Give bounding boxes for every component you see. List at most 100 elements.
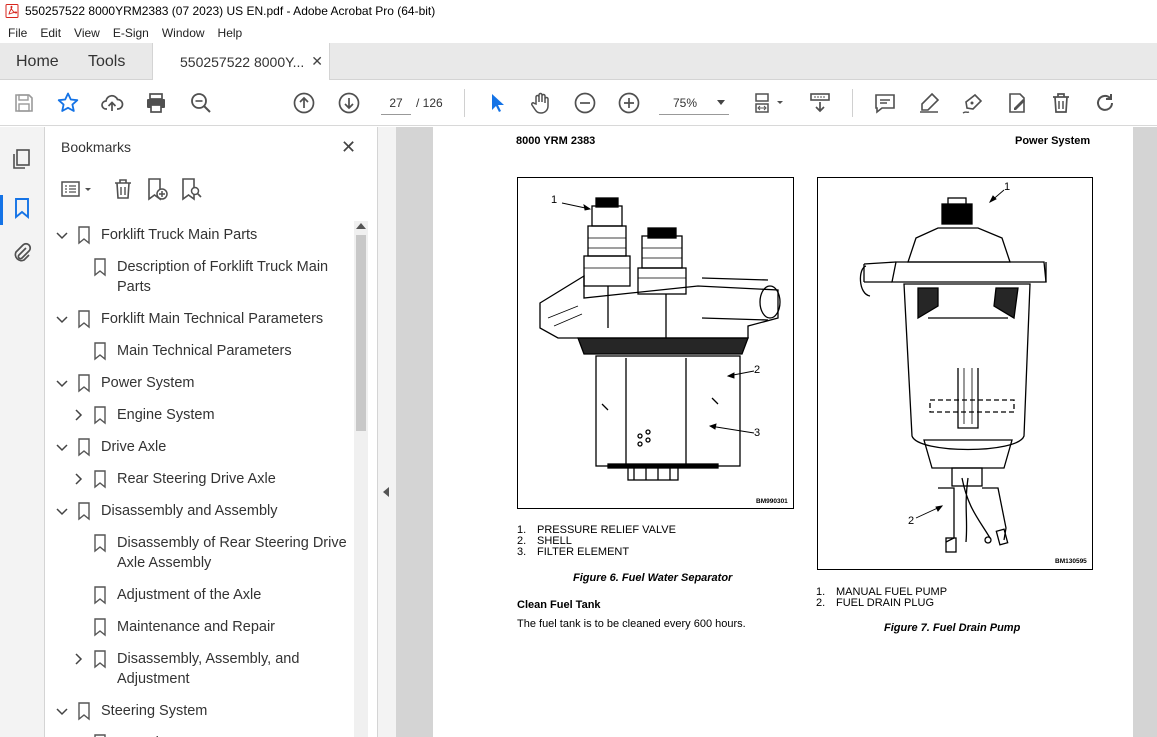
chevron-right-icon[interactable]	[71, 469, 85, 489]
bookmark-item[interactable]: Steering System	[55, 701, 207, 721]
bookmark-icon	[93, 585, 107, 605]
new-bookmark-icon[interactable]	[145, 177, 169, 201]
zoom-search-icon[interactable]	[189, 91, 213, 115]
bookmark-item[interactable]: Power System	[55, 373, 194, 393]
attachments-icon[interactable]	[10, 241, 34, 265]
bookmark-item[interactable]: Disassembly, Assembly, and Adjustment	[71, 649, 299, 689]
bookmark-label: Disassembly, Assembly, and Adjustment	[117, 651, 300, 687]
select-cursor-icon[interactable]	[485, 91, 509, 115]
bookmark-item[interactable]: Rear Steering Drive Axle	[71, 469, 276, 489]
page-fit-icon[interactable]	[752, 91, 788, 115]
delete-icon[interactable]	[1049, 91, 1073, 115]
menu-view[interactable]: View	[74, 26, 100, 40]
redo-icon[interactable]	[1093, 91, 1117, 115]
pdf-page: 8000 YRM 2383 Power System 1 2 3 BM99030…	[433, 127, 1133, 737]
bookmark-item[interactable]: Forklift Main Technical Parameters	[55, 309, 323, 329]
bookmark-icon	[93, 617, 107, 637]
chevron-down-icon[interactable]	[55, 373, 69, 393]
chevron-down-icon[interactable]	[55, 501, 69, 521]
previous-page-icon[interactable]	[292, 91, 316, 115]
legend-item: 2. FUEL DRAIN PLUG	[816, 597, 935, 609]
bookmark-item[interactable]: Forklift Truck Main Parts	[55, 225, 257, 245]
section-title: Clean Fuel Tank	[517, 599, 601, 611]
close-tab-icon[interactable]: ✕	[311, 53, 323, 70]
chevron-down-icon[interactable]	[55, 225, 69, 245]
bookmark-label: Steering System	[101, 703, 208, 719]
delete-bookmark-icon[interactable]	[111, 177, 135, 201]
bookmark-label: Main Technical Parameters	[117, 343, 292, 359]
scroll-thumb[interactable]	[356, 235, 366, 431]
navigation-rail	[0, 127, 45, 737]
figure-7-callout-1: 1	[1004, 181, 1011, 193]
menu-window[interactable]: Window	[162, 26, 205, 40]
page-header-right: Power System	[1015, 135, 1091, 147]
bookmark-item[interactable]: Adjustment of the Axle	[71, 585, 261, 605]
chevron-down-icon[interactable]	[55, 309, 69, 329]
chevron-right-icon[interactable]	[71, 405, 85, 425]
menu-file[interactable]: File	[8, 26, 27, 40]
figure-6-callout-2: 2	[754, 364, 761, 376]
edit-pdf-icon[interactable]	[1005, 91, 1029, 115]
bookmarks-title: Bookmarks	[61, 139, 132, 155]
bookmark-item[interactable]: Disassembly of Rear Steering Drive Axle A…	[71, 533, 347, 573]
page-thumbnails-icon[interactable]	[10, 147, 34, 171]
bookmark-item[interactable]: Disassembly and Assembly	[55, 501, 278, 521]
collapse-left-icon[interactable]	[383, 487, 389, 497]
bookmark-item[interactable]: Maintenance and Repair	[71, 617, 275, 637]
bookmark-label: Drive Axle	[101, 439, 167, 455]
chevron-down-icon[interactable]	[55, 437, 69, 457]
zoom-out-icon[interactable]	[573, 91, 597, 115]
bookmark-item[interactable]: Engine System	[71, 405, 215, 425]
scroll-up-icon[interactable]	[356, 223, 366, 229]
bookmark-icon	[77, 309, 91, 329]
window-title: 550257522 8000YRM2383 (07 2023) US EN.pd…	[25, 4, 436, 18]
zoom-level-select[interactable]: 75%	[659, 91, 729, 115]
bookmarks-scrollbar[interactable]	[354, 221, 368, 737]
bookmark-panel-icon[interactable]	[10, 196, 34, 220]
fuel-drain-pump-drawing	[859, 189, 1047, 553]
sign-pen-icon[interactable]	[961, 91, 985, 115]
menu-help[interactable]: Help	[218, 26, 243, 40]
bookmark-item[interactable]: Main Technical Parameters	[71, 341, 292, 361]
tab-tools[interactable]: Tools	[88, 43, 125, 80]
bookmark-item[interactable]: Description of Forklift Truck Main Parts	[71, 257, 328, 297]
main-toolbar: / 126 75%	[0, 80, 1157, 126]
tab-document-label: 550257522 8000Y...	[180, 54, 305, 70]
cloud-upload-icon[interactable]	[100, 91, 124, 115]
menu-edit[interactable]: Edit	[40, 26, 61, 40]
hand-tool-icon[interactable]	[529, 91, 553, 115]
figure-6-image: 1 2 3 BM990301	[517, 177, 794, 509]
bookmark-icon	[93, 341, 107, 361]
chevron-down-icon[interactable]	[55, 701, 69, 721]
star-icon[interactable]	[56, 91, 80, 115]
scroll-mode-icon[interactable]	[808, 91, 832, 115]
bookmark-label: Disassembly of Rear Steering Drive Axle A…	[117, 535, 347, 571]
chevron-right-icon[interactable]	[71, 649, 85, 669]
bookmark-label: Rear Steering Drive Axle	[117, 471, 276, 487]
figure-6-code: BM990301	[756, 498, 788, 505]
tab-document[interactable]: 550257522 8000Y... ✕	[152, 43, 330, 81]
document-viewport[interactable]: 8000 YRM 2383 Power System 1 2 3 BM99030…	[396, 127, 1157, 737]
chevron-down-icon	[717, 100, 725, 105]
zoom-in-icon[interactable]	[617, 91, 641, 115]
bookmark-search-icon[interactable]	[179, 177, 203, 201]
panel-collapse-strip[interactable]	[378, 127, 396, 737]
page-header-left: 8000 YRM 2383	[516, 135, 596, 147]
bookmark-label: Forklift Truck Main Parts	[101, 227, 258, 243]
highlight-pen-icon[interactable]	[917, 91, 941, 115]
comment-icon[interactable]	[873, 91, 897, 115]
save-icon[interactable]	[12, 91, 36, 115]
menu-esign[interactable]: E-Sign	[113, 26, 149, 40]
close-panel-icon[interactable]: ✕	[341, 137, 356, 158]
figure-6-legend: 1. PRESSURE RELIEF VALVE 2. SHELL 3. FILTER…	[517, 525, 676, 558]
tab-home[interactable]: Home	[16, 43, 59, 80]
title-bar: 550257522 8000YRM2383 (07 2023) US EN.pd…	[0, 0, 1157, 22]
next-page-icon[interactable]	[337, 91, 361, 115]
bookmark-item[interactable]: Overview	[71, 733, 177, 737]
bookmark-options-icon[interactable]	[61, 177, 95, 201]
page-total: / 126	[416, 96, 443, 110]
print-icon[interactable]	[144, 91, 168, 115]
bookmark-item[interactable]: Drive Axle	[55, 437, 166, 457]
page-number-input[interactable]	[381, 91, 411, 115]
